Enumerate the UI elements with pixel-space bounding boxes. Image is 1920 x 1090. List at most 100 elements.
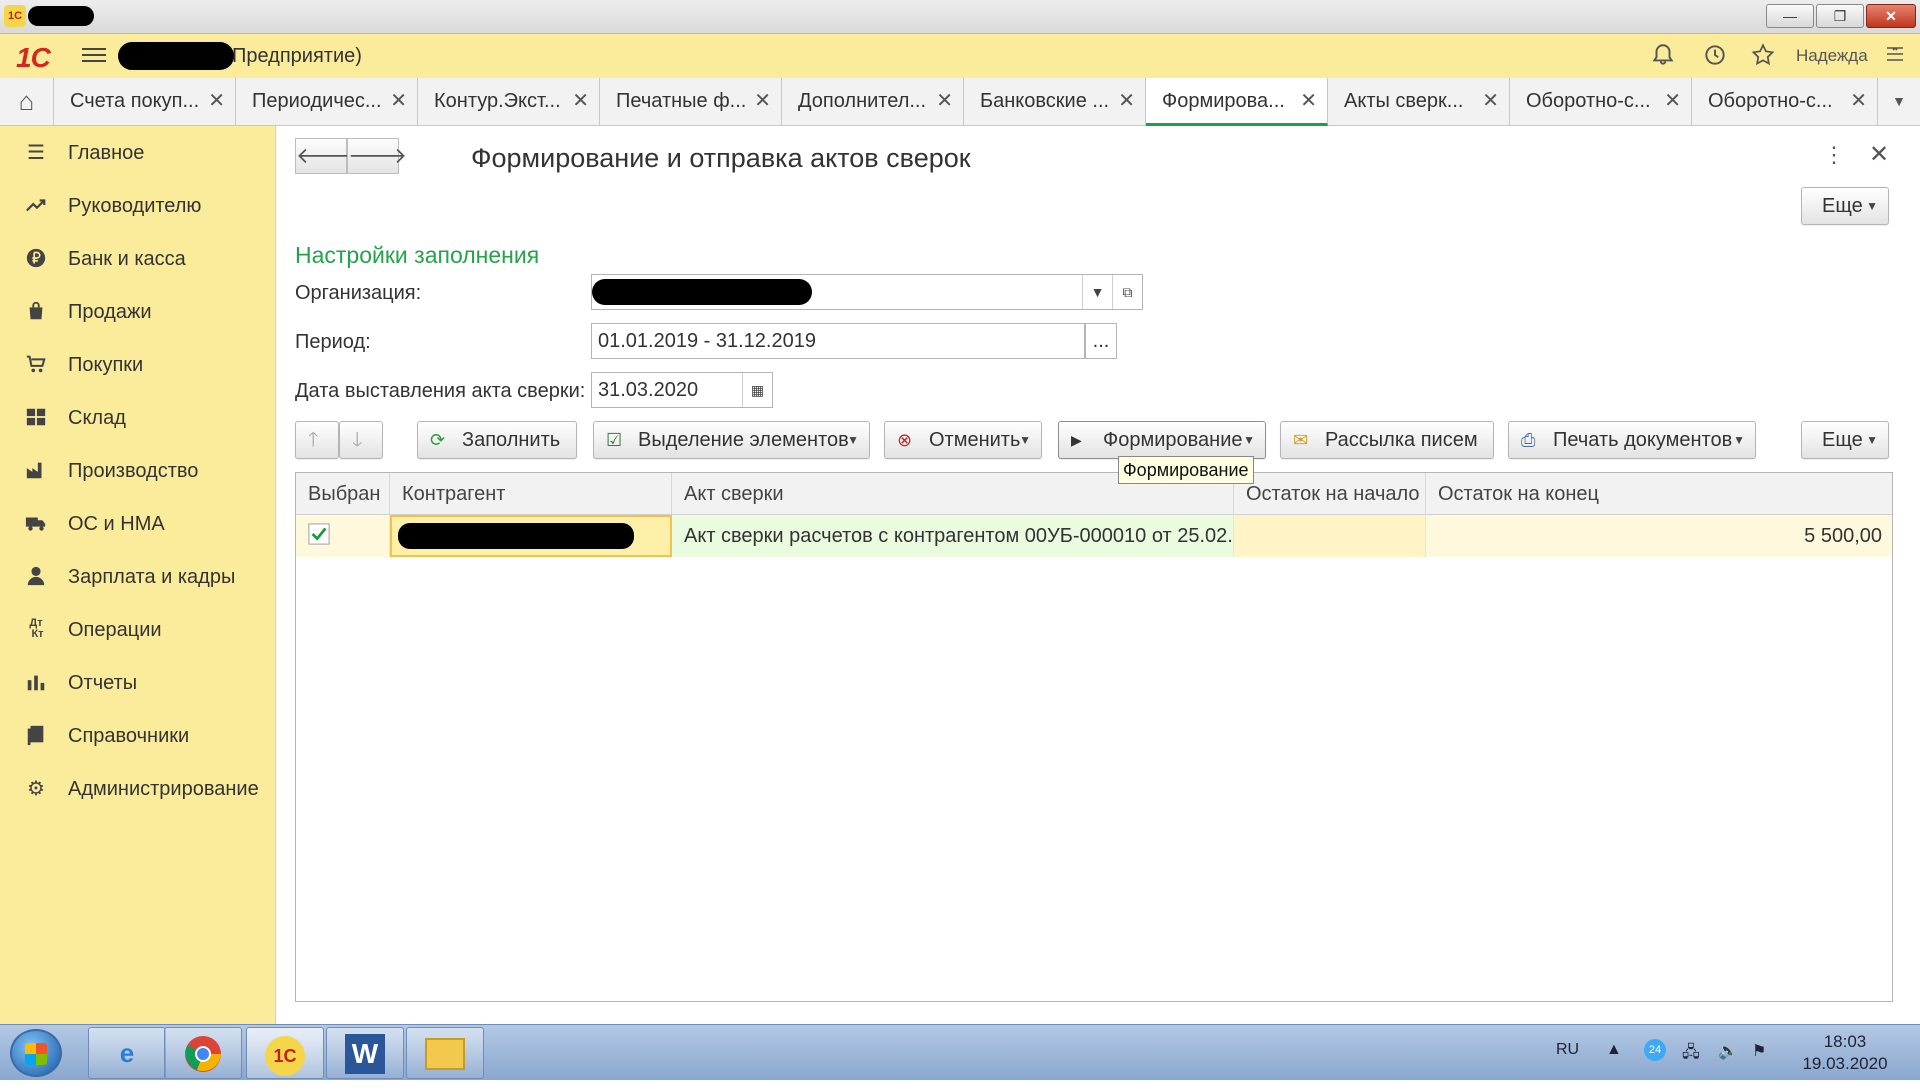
- column-header[interactable]: Остаток на конец: [1426, 473, 1894, 515]
- main-menu-icon[interactable]: [82, 44, 106, 66]
- generate-button[interactable]: ▶ Формирование ▼: [1058, 421, 1266, 459]
- ie-icon[interactable]: e: [88, 1027, 166, 1079]
- chrome-icon[interactable]: [164, 1027, 242, 1079]
- act-cell[interactable]: Акт сверки расчетов с контрагентом 00УБ-…: [672, 515, 1234, 557]
- back-button[interactable]: 🡐: [295, 138, 355, 174]
- minimize-button[interactable]: —: [1766, 4, 1814, 28]
- more-actions-icon[interactable]: ⋮: [1823, 142, 1845, 168]
- selected-cell[interactable]: [296, 515, 390, 557]
- column-header[interactable]: Остаток на начало: [1234, 473, 1426, 515]
- volume-icon[interactable]: 🔊: [1718, 1041, 1738, 1061]
- close-tab-icon[interactable]: ✕: [1664, 78, 1681, 124]
- panels-icon[interactable]: [1880, 42, 1910, 72]
- bell-icon[interactable]: [1648, 42, 1678, 72]
- sidebar-item-label: Отчеты: [68, 672, 138, 694]
- sidebar-item-bank[interactable]: Банк и касса: [0, 240, 276, 280]
- open-icon[interactable]: ⧉: [1112, 275, 1142, 309]
- page-title: Формирование и отправка актов сверок: [471, 143, 971, 173]
- windows-start-button[interactable]: [10, 1029, 62, 1077]
- print-documents-button[interactable]: ⎙ Печать документов ▼: [1508, 421, 1756, 459]
- network-icon[interactable]: 🖧: [1682, 1041, 1700, 1068]
- close-tab-icon[interactable]: ✕: [936, 78, 953, 124]
- sidebar-item-warehouse[interactable]: Склад: [0, 399, 276, 439]
- close-window-button[interactable]: ✕: [1866, 4, 1916, 28]
- action-center-icon[interactable]: ⚑: [1752, 1041, 1766, 1061]
- close-form-icon[interactable]: ✕: [1869, 140, 1889, 169]
- sidebar-item-purchases[interactable]: Покупки: [0, 346, 276, 386]
- close-tab-icon[interactable]: ✕: [208, 78, 225, 124]
- sidebar-item-catalogs[interactable]: Справочники: [0, 717, 276, 757]
- close-tab-icon[interactable]: ✕: [754, 78, 771, 124]
- sidebar-item-production[interactable]: Производство: [0, 452, 276, 492]
- tab-7[interactable]: Акты сверк... ✕: [1328, 78, 1510, 125]
- sidebar-item-label: Продажи: [68, 301, 152, 323]
- restore-button[interactable]: ❐: [1816, 4, 1864, 28]
- period-field[interactable]: 01.01.2019 - 31.12.2019: [591, 323, 1085, 359]
- arrow-up-icon: 🡑: [308, 429, 319, 451]
- history-icon[interactable]: [1700, 42, 1730, 72]
- column-header[interactable]: Контрагент: [390, 473, 672, 515]
- tab-2[interactable]: Контур.Экст... ✕: [418, 78, 600, 125]
- close-tab-icon[interactable]: ✕: [1850, 78, 1867, 124]
- counterparty-cell[interactable]: [390, 515, 672, 557]
- sidebar-item-operations[interactable]: Дт Кт Операции: [0, 611, 276, 651]
- tab-8[interactable]: Оборотно-с... ✕: [1510, 78, 1692, 125]
- form-area: 🡐 🡒 Формирование и отправка актов сверок…: [277, 126, 1920, 1024]
- forward-button[interactable]: 🡒: [347, 138, 407, 174]
- sidebar-item-admin[interactable]: ⚙ Администрирование: [0, 770, 276, 810]
- more-button-toolbar[interactable]: Еще ▼: [1801, 421, 1889, 459]
- move-up-button[interactable]: 🡑: [295, 421, 339, 459]
- tab-3[interactable]: Печатные ф... ✕: [600, 78, 782, 125]
- sidebar-item-salary[interactable]: Зарплата и кадры: [0, 558, 276, 598]
- period-select-button[interactable]: ...: [1085, 323, 1117, 359]
- column-header[interactable]: Выбран: [296, 473, 390, 515]
- sidebar-item-reports[interactable]: Отчеты: [0, 664, 276, 704]
- tray-app-icon[interactable]: 24: [1644, 1039, 1666, 1061]
- trend-icon: [24, 194, 48, 218]
- move-down-button[interactable]: 🡓: [339, 421, 383, 459]
- act-date-field[interactable]: 31.03.2020 ▦: [591, 372, 773, 408]
- sidebar-item-sales[interactable]: Продажи: [0, 293, 276, 333]
- explorer-icon[interactable]: [406, 1027, 484, 1079]
- tab-5[interactable]: Банковские ... ✕: [964, 78, 1146, 125]
- send-mail-button[interactable]: ✉ Рассылка писем: [1280, 421, 1494, 459]
- envelope-icon: ✉: [1293, 430, 1309, 450]
- sections-sidebar: ☰ Главное Руководителю Банк и касса Прод…: [0, 126, 276, 1024]
- home-icon[interactable]: ⌂: [0, 78, 54, 125]
- tabs-dropdown-icon[interactable]: ▼: [1878, 78, 1920, 125]
- tab-0[interactable]: Счета покуп... ✕: [54, 78, 236, 125]
- close-tab-icon[interactable]: ✕: [390, 78, 407, 124]
- tab-6-active[interactable]: Формирова... ✕: [1146, 78, 1328, 126]
- cancel-button[interactable]: ⊗ Отменить ▼: [884, 421, 1042, 459]
- tooltip: Формирование: [1118, 456, 1254, 484]
- sidebar-item-main[interactable]: ☰ Главное: [0, 134, 276, 174]
- 1c-icon[interactable]: 1С: [246, 1027, 324, 1079]
- tab-4[interactable]: Дополнител... ✕: [782, 78, 964, 125]
- user-name[interactable]: Надежда: [1796, 46, 1868, 66]
- close-tab-icon[interactable]: ✕: [572, 78, 589, 124]
- select-items-button[interactable]: ☑ Выделение элементов ▼: [593, 421, 870, 459]
- fill-button[interactable]: ⟳ Заполнить: [417, 421, 577, 459]
- close-tab-icon[interactable]: ✕: [1300, 78, 1317, 123]
- system-clock[interactable]: 18:03 19.03.2020: [1790, 1031, 1900, 1075]
- chevron-down-icon[interactable]: ▼: [1082, 275, 1112, 309]
- star-icon[interactable]: [1748, 42, 1778, 72]
- more-button-top[interactable]: Еще ▼: [1801, 187, 1889, 225]
- word-icon[interactable]: W: [326, 1027, 404, 1079]
- tab-1[interactable]: Периодичес... ✕: [236, 78, 418, 125]
- sidebar-item-label: Склад: [68, 407, 126, 429]
- tab-label: Дополнител...: [798, 90, 927, 112]
- calendar-icon[interactable]: ▦: [742, 373, 772, 407]
- tab-9[interactable]: Оборотно-с... ✕: [1692, 78, 1878, 125]
- sidebar-item-assets[interactable]: ОС и НМА: [0, 505, 276, 545]
- os-taskbar: e 1С W RU ▲ 24 🖧 🔊 ⚑ 18:03 19.03.2020: [0, 1024, 1920, 1080]
- org-field[interactable]: ▼ ⧉: [591, 274, 1143, 310]
- bar-chart-icon: [24, 671, 48, 695]
- section-title: Настройки заполнения: [295, 242, 540, 268]
- close-tab-icon[interactable]: ✕: [1118, 78, 1135, 124]
- close-tab-icon[interactable]: ✕: [1482, 78, 1499, 124]
- language-indicator[interactable]: RU: [1556, 1041, 1579, 1059]
- sidebar-item-manager[interactable]: Руководителю: [0, 187, 276, 227]
- show-hidden-icons[interactable]: ▲: [1606, 1041, 1622, 1059]
- table-row[interactable]: Акт сверки расчетов с контрагентом 00УБ-…: [296, 515, 1892, 557]
